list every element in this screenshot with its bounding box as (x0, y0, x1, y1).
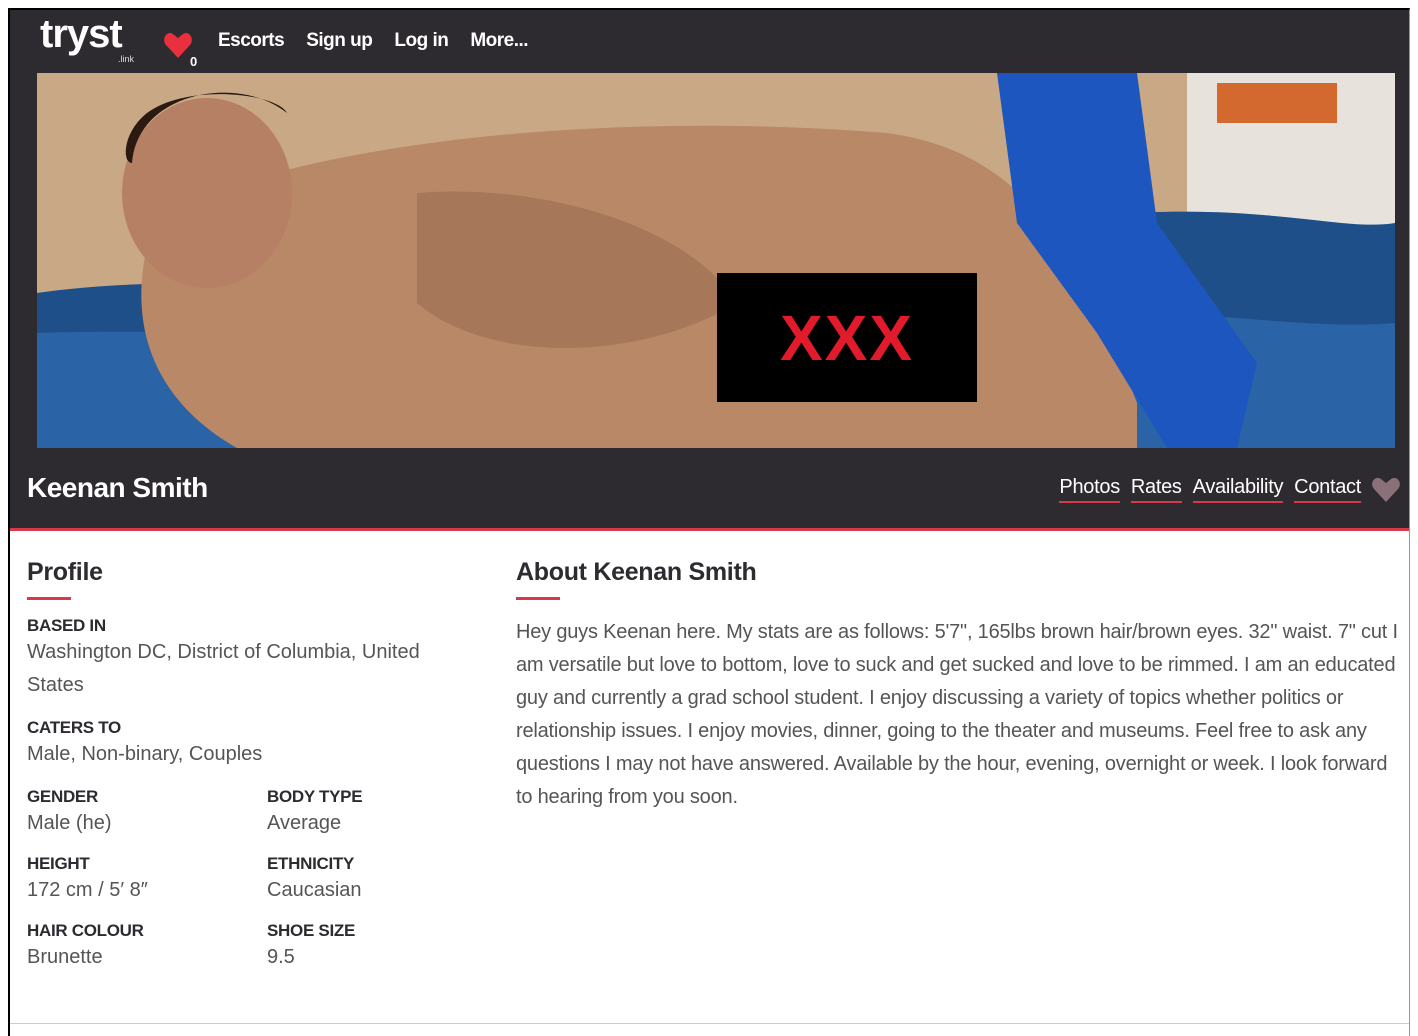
about-section: About Keenan Smith Hey guys Keenan here.… (516, 558, 1406, 814)
censor-block: XXX (717, 273, 977, 402)
page-frame: tryst .link 0 Escorts Sign up Log in Mor… (8, 8, 1410, 1036)
hair-colour-label: HAIR COLOUR (27, 921, 144, 940)
about-heading: About Keenan Smith (516, 558, 757, 586)
based-in-value: Washington DC, District of Columbia, Uni… (27, 641, 420, 696)
about-text: Hey guys Keenan here. My stats are as fo… (516, 621, 1398, 808)
height-label: HEIGHT (27, 854, 90, 873)
profile-section: Profile BASED IN Washington DC, District… (27, 558, 467, 974)
favourites-count: 0 (190, 54, 198, 69)
ethnicity-label: ETHNICITY (267, 854, 355, 873)
ethnicity-field: ETHNICITY Caucasian (267, 854, 467, 907)
based-in-label: BASED IN (27, 616, 106, 635)
height-field: HEIGHT 172 cm / 5′ 8″ (27, 854, 267, 907)
site-logo[interactable]: tryst (40, 12, 123, 57)
hair-colour-field: HAIR COLOUR Brunette (27, 921, 267, 974)
nav-escorts[interactable]: Escorts (218, 30, 285, 52)
hero-photo-illustration (37, 73, 1395, 448)
heading-underline (27, 597, 71, 600)
shoe-size-field: SHOE SIZE 9.5 (267, 921, 467, 974)
site-logo-suffix: .link (118, 54, 135, 64)
profile-heading: Profile (27, 558, 103, 586)
profile-name-bar: Keenan Smith Photos Rates Availability C… (10, 448, 1409, 531)
profile-attributes-grid: GENDER Male (he) BODY TYPE Average HEIGH… (27, 787, 467, 974)
hair-colour-value: Brunette (27, 946, 103, 968)
shoe-size-label: SHOE SIZE (267, 921, 355, 940)
gender-value: Male (he) (27, 812, 112, 834)
shoe-size-value: 9.5 (267, 946, 295, 968)
tab-contact[interactable]: Contact (1294, 476, 1361, 503)
body-type-value: Average (267, 812, 342, 834)
main-nav: Escorts Sign up Log in More... (218, 30, 529, 52)
favourites-heart-icon[interactable] (163, 28, 193, 64)
based-in-field: BASED IN Washington DC, District of Colu… (27, 616, 467, 702)
gender-field: GENDER Male (he) (27, 787, 267, 840)
body-type-label: BODY TYPE (267, 787, 363, 806)
height-value: 172 cm / 5′ 8″ (27, 879, 148, 901)
nav-log-in[interactable]: Log in (394, 30, 448, 52)
profile-hero-photo[interactable]: XXX (37, 73, 1395, 448)
heading-underline (516, 597, 560, 600)
top-navbar: tryst .link 0 Escorts Sign up Log in Mor… (10, 10, 1409, 73)
tab-photos[interactable]: Photos (1059, 476, 1120, 503)
body-type-field: BODY TYPE Average (267, 787, 467, 840)
caters-to-label: CATERS TO (27, 718, 121, 737)
nav-sign-up[interactable]: Sign up (306, 30, 373, 52)
profile-name: Keenan Smith (27, 472, 208, 503)
nav-more[interactable]: More... (470, 30, 528, 52)
caters-to-field: CATERS TO Male, Non-binary, Couples (27, 718, 467, 771)
gender-label: GENDER (27, 787, 98, 806)
tab-rates[interactable]: Rates (1130, 476, 1182, 503)
divider (10, 1023, 1409, 1024)
profile-tabs: Photos Rates Availability Contact (1059, 476, 1361, 503)
caters-to-value: Male, Non-binary, Couples (27, 743, 263, 765)
ethnicity-value: Caucasian (267, 879, 362, 901)
tab-availability[interactable]: Availability (1192, 476, 1283, 503)
add-favourite-heart-icon[interactable] (1371, 476, 1401, 504)
